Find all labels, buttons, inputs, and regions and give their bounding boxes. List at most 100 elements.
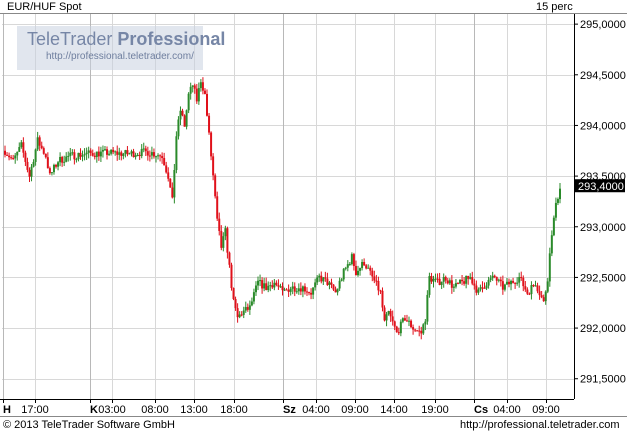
- candle-body: [185, 110, 188, 127]
- candle-body: [171, 187, 174, 198]
- candle-body: [189, 86, 192, 94]
- candle-body: [22, 142, 25, 153]
- candle-body: [118, 152, 121, 155]
- candle-body: [26, 161, 29, 170]
- candle-body: [61, 157, 64, 163]
- x-tick-label: 04:00: [493, 404, 521, 416]
- candle-body: [99, 151, 102, 157]
- candle-body: [499, 279, 502, 282]
- candle-body: [126, 150, 129, 155]
- candle-body: [467, 275, 470, 279]
- y-tick-label: 295,0000: [580, 19, 626, 31]
- candle-body: [152, 152, 155, 157]
- candle-body: [240, 314, 243, 316]
- candle-body: [520, 277, 523, 279]
- candle-body: [491, 275, 494, 279]
- watermark-url: http://professional.teletrader.com/: [46, 51, 194, 62]
- candle-body: [295, 291, 298, 293]
- candle-body: [283, 289, 286, 291]
- candle-body: [463, 281, 466, 284]
- candle-body: [501, 281, 504, 290]
- candle-body: [55, 164, 58, 167]
- candle-body: [285, 289, 288, 291]
- candle-body: [518, 277, 521, 283]
- candle-body: [354, 265, 357, 276]
- candle-body: [548, 253, 551, 282]
- x-tick-label: Sz: [283, 404, 296, 416]
- candle-body: [452, 286, 455, 288]
- candle-body: [261, 280, 264, 289]
- candle-body: [57, 162, 60, 167]
- candle-body: [244, 307, 247, 311]
- candle-body: [14, 155, 17, 159]
- candle-body: [434, 278, 437, 280]
- candle-body: [234, 299, 237, 309]
- candle-body: [465, 275, 468, 284]
- y-tick-label: 292,0000: [580, 323, 626, 335]
- candle-body: [259, 280, 262, 282]
- candle-body: [340, 279, 343, 281]
- candle-body: [346, 264, 349, 268]
- candle-body: [538, 291, 541, 296]
- candle-body: [187, 93, 190, 111]
- candle-body: [128, 153, 131, 155]
- candle-body: [414, 329, 417, 331]
- candle-body: [377, 281, 380, 291]
- candle-body: [399, 321, 402, 334]
- candle-body: [173, 170, 176, 198]
- candle-body: [324, 277, 327, 279]
- candle-body: [44, 153, 47, 158]
- candle-body: [81, 155, 84, 157]
- candle-body: [242, 310, 245, 315]
- candle-body: [40, 145, 43, 149]
- candle-body: [108, 153, 111, 155]
- y-tick-label: 294,5000: [580, 70, 626, 82]
- candle-body: [10, 157, 13, 159]
- candle-body: [218, 218, 221, 231]
- candle-body: [95, 151, 98, 158]
- candle-body: [342, 268, 345, 280]
- candle-body: [265, 283, 268, 290]
- candle-body: [403, 318, 406, 321]
- x-tick-label: 14:00: [380, 404, 408, 416]
- candle-body: [554, 202, 557, 218]
- watermark-brand: TeleTrader Professional: [27, 29, 226, 49]
- candle-body: [165, 165, 168, 173]
- candle-body: [489, 278, 492, 280]
- candle-body: [91, 153, 94, 156]
- candle-body: [310, 292, 313, 295]
- candle-body: [359, 268, 362, 271]
- candle-body: [271, 285, 274, 288]
- candle-body: [124, 150, 127, 154]
- candle-body: [528, 293, 531, 295]
- candle-body: [418, 330, 421, 332]
- candle-body: [348, 264, 351, 266]
- candle-body: [436, 278, 439, 280]
- candle-body: [556, 199, 559, 203]
- candle-body: [163, 158, 166, 166]
- candle-body: [279, 286, 282, 288]
- candle-body: [471, 277, 474, 284]
- candle-body: [136, 154, 139, 156]
- candle-body: [159, 155, 162, 157]
- y-tick-label: 292,5000: [580, 272, 626, 284]
- candle-body: [120, 152, 123, 156]
- candle-body: [546, 281, 549, 292]
- candle-body: [275, 282, 278, 285]
- candle-body: [428, 276, 431, 295]
- candle-body: [197, 88, 200, 102]
- candle-body: [71, 152, 74, 154]
- candle-body: [154, 156, 157, 158]
- candle-body: [110, 149, 113, 154]
- y-tick-label: 294,0000: [580, 120, 626, 132]
- candle-body: [318, 275, 321, 278]
- candle-body: [254, 285, 257, 293]
- candle-body: [297, 288, 300, 292]
- candle-body: [212, 156, 215, 176]
- candle-body: [314, 282, 317, 288]
- candle-body: [75, 159, 78, 161]
- candle-body: [530, 285, 533, 295]
- candle-body: [330, 282, 333, 285]
- candle-body: [236, 308, 239, 318]
- candle-body: [361, 261, 364, 269]
